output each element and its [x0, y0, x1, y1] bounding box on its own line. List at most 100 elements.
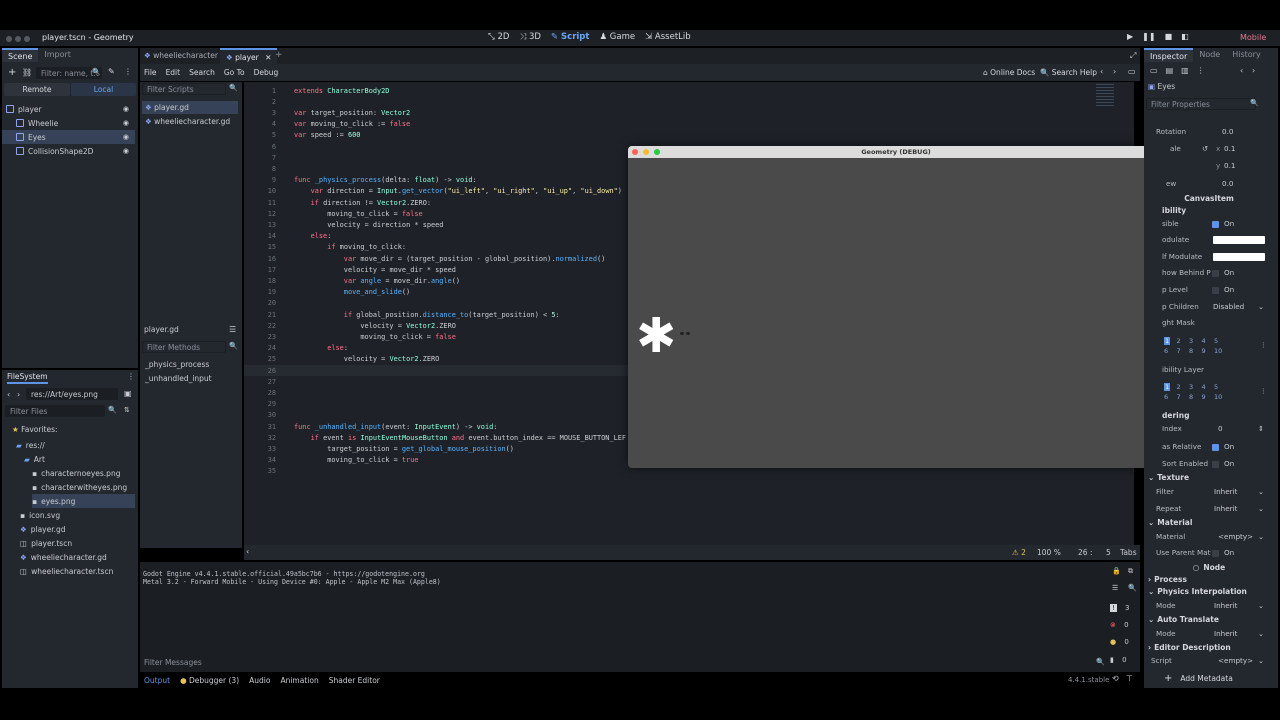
ordering-section[interactable]: dering [1148, 408, 1270, 422]
code-line[interactable]: 5 var speed := 600 [244, 130, 1094, 141]
menu-debug[interactable]: Debug [254, 68, 279, 77]
bottom-tab[interactable]: Shader Editor [329, 676, 380, 685]
filter-messages-input[interactable]: Filter Messages [140, 657, 1095, 670]
search-help-button[interactable]: 🔍 Search Help [1040, 68, 1097, 77]
mode-2d[interactable]: ⤡ 2D [488, 32, 509, 42]
layer-cell[interactable]: 4 [1202, 383, 1206, 391]
remote-button[interactable]: Remote [4, 83, 70, 96]
save-icon[interactable]: ▥ [1181, 66, 1189, 75]
search-icon[interactable]: 🔍 [1128, 584, 1137, 592]
toggle-scripts-icon[interactable]: ‹ [246, 547, 249, 556]
back-icon[interactable]: ‹ [1240, 66, 1243, 75]
file-item[interactable]: ❖ player.gd [20, 522, 135, 536]
layer-cell[interactable]: 10 [1214, 347, 1222, 355]
menu-edit[interactable]: Edit [166, 68, 181, 77]
prop-scale-y[interactable]: y 0.1 [1148, 158, 1270, 173]
indent-mode[interactable]: Tabs [1120, 548, 1137, 557]
script-attach-icon[interactable]: ✎ [108, 67, 115, 76]
layer-cell[interactable]: 7 [1177, 393, 1181, 401]
online-docs-button[interactable]: ⌂ Online Docs [983, 68, 1035, 77]
favorites-row[interactable]: ★ Favorites: [12, 425, 58, 434]
close-icon[interactable]: ✕ [265, 53, 271, 62]
prop-modulate[interactable]: odulate [1148, 232, 1270, 247]
prop-y-sort[interactable]: Sort Enabled On [1148, 456, 1270, 471]
prop-scale[interactable]: ale ↺ x 0.1 [1148, 141, 1270, 156]
layer-cell[interactable]: 4 [1202, 337, 1206, 345]
tab-import[interactable]: Import [38, 48, 77, 62]
warnings-indicator[interactable]: ⚠ 2 [1012, 548, 1026, 557]
window-controls[interactable] [6, 35, 33, 44]
reset-icon[interactable]: ↺ [1202, 144, 1208, 153]
split-view-icon[interactable]: ▣ [124, 389, 132, 398]
minimize-window-icon[interactable] [643, 149, 649, 155]
material-section[interactable]: ⌄ Material [1148, 515, 1270, 529]
mode-assetlib[interactable]: ⇲ AssetLib [645, 32, 691, 42]
link-icon[interactable]: ⛓ [22, 68, 32, 77]
code-line[interactable]: 1 extends CharacterBody2D [244, 85, 1094, 96]
prop-rotation[interactable]: Rotation 0.0 [1148, 124, 1270, 139]
maximize-window-icon[interactable] [654, 149, 660, 155]
menu-go-to[interactable]: Go To [224, 68, 245, 77]
path-field[interactable]: res://Art/eyes.png [26, 388, 118, 400]
file-filter-input[interactable]: Filter Files [5, 405, 105, 417]
layer-cell[interactable]: 6 [1164, 393, 1168, 401]
file-item[interactable]: ▰ res:// [16, 438, 135, 452]
prop-self-modulate[interactable]: lf Modulate [1148, 249, 1270, 264]
local-button[interactable]: Local [71, 83, 136, 96]
layer-cell[interactable]: 1 [1164, 337, 1171, 345]
code-line[interactable]: 3 var target_position: Vector2 [244, 107, 1094, 118]
message-filter[interactable]: ▮ 0 [1110, 656, 1127, 664]
prop-script[interactable]: Script <empty> ⌄ [1148, 653, 1270, 668]
file-item[interactable]: ◫ wheeliecharacter.tscn [20, 564, 135, 578]
layer-cell[interactable]: 7 [1177, 347, 1181, 355]
distraction-free-icon[interactable]: ⤢ [1130, 51, 1136, 61]
prev-icon[interactable]: ‹ [1100, 67, 1103, 76]
error-filter[interactable]: ⊗ 0 [1110, 621, 1129, 629]
light-mask-grid[interactable]: 1 2 3 4 5 6 7 8 9 10 ⋮ [1164, 337, 1267, 359]
layer-cell[interactable]: 5 [1214, 337, 1218, 345]
filter-properties-input[interactable]: Filter Properties [1146, 98, 1256, 110]
tab-node[interactable]: Node [1193, 48, 1226, 62]
script-item-wheeliecharacter[interactable]: ❖ wheeliecharacter.gd [142, 115, 238, 128]
forward-icon[interactable]: › [1252, 66, 1255, 75]
tab-wheeliecharacter[interactable]: ❖ wheeliecharacter [144, 51, 218, 60]
use-parent-checkbox[interactable]: On [1212, 548, 1234, 557]
tab-scene[interactable]: Scene [2, 48, 39, 62]
add-tab-icon[interactable]: + [275, 50, 283, 60]
self-modulate-color-swatch[interactable] [1213, 252, 1265, 261]
layer-cell[interactable]: 2 [1177, 383, 1181, 391]
menu-icon[interactable]: ⋮ [124, 67, 132, 76]
tab-player[interactable]: ❖ player ✕ [220, 48, 278, 64]
auto-translate-section[interactable]: ⌄ Auto Translate [1148, 612, 1270, 626]
next-icon[interactable]: › [1113, 67, 1116, 76]
prop-use-parent-material[interactable]: Use Parent Mat On [1148, 545, 1270, 560]
file-item[interactable]: ❖ wheeliecharacter.gd [20, 550, 135, 564]
prop-show-behind[interactable]: how Behind P On [1148, 265, 1270, 280]
mode-3d[interactable]: ⤨ 3D [519, 32, 540, 42]
prop-z-relative[interactable]: as Relative On [1148, 439, 1270, 454]
scene-node[interactable]: Wheelie ◉ [2, 116, 135, 130]
file-item[interactable]: ▪ icon.svg [20, 508, 135, 522]
scene-node[interactable]: player ◉ [2, 102, 135, 116]
inspected-object[interactable]: ▣ Eyes [1148, 82, 1274, 94]
prop-top-level[interactable]: p Level On [1148, 282, 1270, 297]
float-icon[interactable]: ▭ [1128, 67, 1136, 76]
menu-icon[interactable]: ⋮ [1260, 387, 1267, 395]
code-line[interactable]: 4 var moving_to_click := false [244, 119, 1094, 130]
filter-scripts-input[interactable]: Filter Scripts [142, 83, 226, 95]
z-relative-checkbox[interactable]: On [1212, 442, 1234, 451]
visibility-icon[interactable]: ◉ [123, 147, 129, 155]
copy-icon[interactable]: ⧉ [1128, 567, 1133, 576]
visibility-icon[interactable]: ◉ [123, 119, 129, 127]
modulate-color-swatch[interactable] [1213, 235, 1265, 244]
prop-repeat[interactable]: Repeat Inherit ⌄ [1148, 501, 1270, 516]
layer-cell[interactable]: 3 [1189, 383, 1193, 391]
layer-cell[interactable]: 9 [1202, 393, 1206, 401]
layer-cell[interactable]: 2 [1177, 337, 1181, 345]
bottom-tab[interactable]: Animation [280, 676, 318, 685]
scene-node[interactable]: CollisionShape2D ◉ [2, 144, 135, 158]
prop-physics-mode[interactable]: Mode Inherit ⌄ [1148, 598, 1270, 613]
prop-visible[interactable]: sible On [1148, 216, 1270, 231]
file-item[interactable]: ▰ Art [24, 452, 135, 466]
menu-search[interactable]: Search [189, 68, 215, 77]
